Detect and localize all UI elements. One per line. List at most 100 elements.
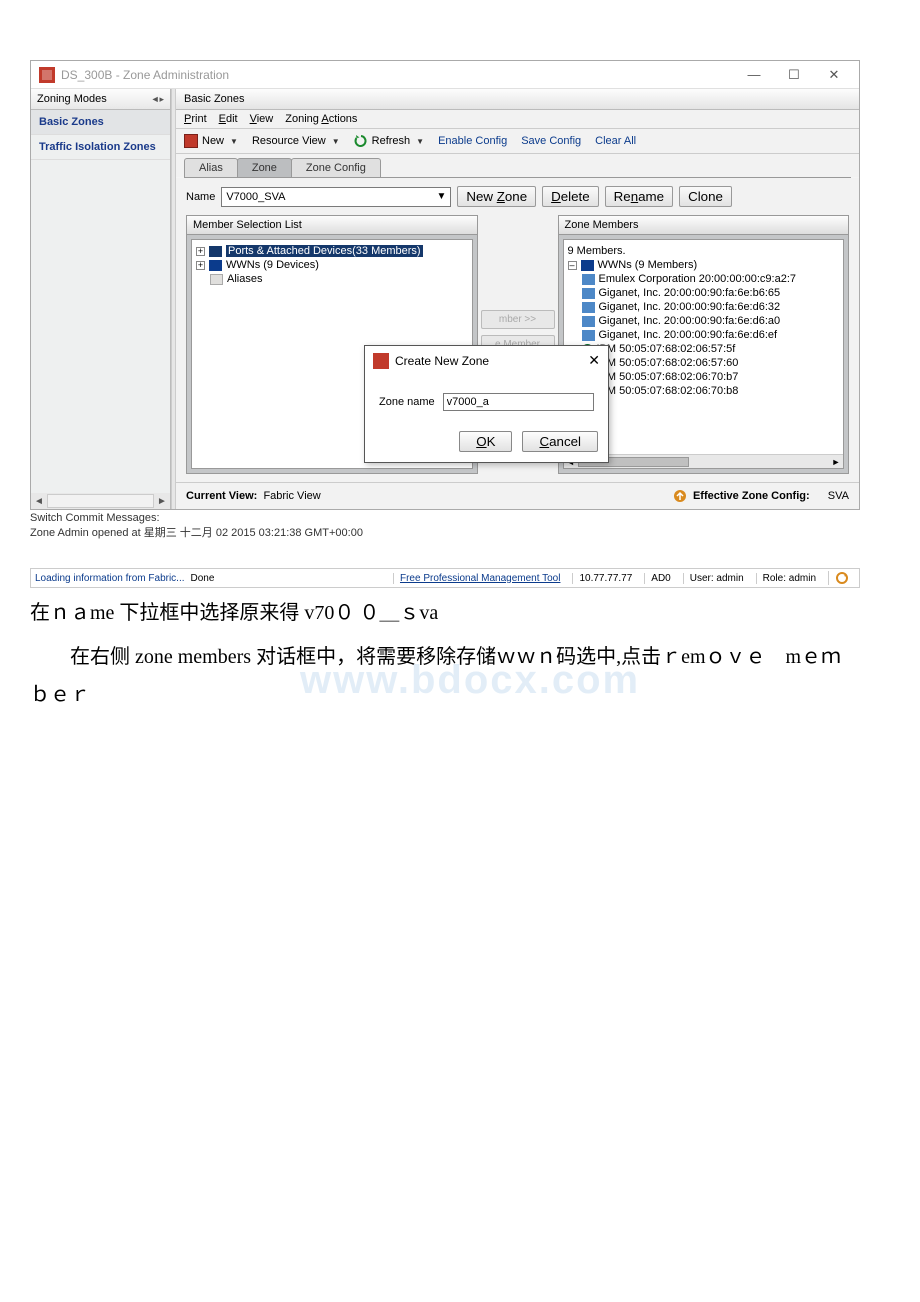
zone-name-input[interactable] (443, 393, 594, 411)
tab-zone[interactable]: Zone (237, 158, 292, 177)
zone-name-select[interactable]: V7000_SVA ▼ (221, 187, 451, 207)
new-zone-button[interactable]: New Zone (457, 186, 536, 207)
member-label: Emulex Corporation 20:00:00:00:c9:a2:7 (599, 273, 797, 285)
panel-title: Basic Zones (176, 89, 859, 110)
zone-name-value: V7000_SVA (226, 191, 285, 203)
new-button[interactable]: New▼ (184, 134, 238, 148)
dialog-icon (373, 353, 389, 369)
chevron-down-icon: ▼ (436, 191, 446, 202)
cancel-button[interactable]: Cancel (522, 431, 598, 452)
name-bar: Name V7000_SVA ▼ New Zone Delete Rename … (176, 178, 859, 215)
member-node[interactable]: Giganet, Inc. 20:00:00:90:fa:6e:d6:32 (582, 300, 840, 314)
member-node[interactable]: IBM 50:05:07:68:02:06:57:5f (582, 342, 840, 356)
status-done: Done (191, 573, 215, 584)
enable-config-button[interactable]: Enable Config (438, 135, 507, 147)
close-button[interactable]: ✕ (817, 64, 851, 86)
name-label: Name (186, 191, 215, 203)
instruction-text-1: 在ｎａme 下拉框中选择原来得 v70０ ０＿ｓva (30, 594, 860, 632)
member-selection-header: Member Selection List (187, 216, 477, 235)
maximize-button[interactable]: ☐ (777, 64, 811, 86)
delete-button[interactable]: Delete (542, 186, 599, 207)
rename-button[interactable]: Rename (605, 186, 673, 207)
member-node[interactable]: Giganet, Inc. 20:00:00:90:fa:6e:d6:a0 (582, 314, 840, 328)
tree-node-wwns[interactable]: +WWNs (9 Devices) (196, 258, 468, 272)
zone-members-header: Zone Members (559, 216, 849, 235)
status-link[interactable]: Free Professional Management Tool (393, 573, 566, 584)
current-view-label: Current View: (186, 490, 257, 502)
host-icon (582, 330, 595, 341)
refresh-icon (354, 134, 368, 148)
tab-zone-config[interactable]: Zone Config (291, 158, 381, 177)
commit-icon (673, 489, 687, 503)
resource-view-button[interactable]: Resource View▼ (252, 135, 340, 147)
sidebar-scrollbar[interactable]: ◄► (31, 493, 170, 509)
footer-bar: Current View: Fabric View Effective Zone… (176, 482, 859, 509)
window-title: DS_300B - Zone Administration (61, 68, 731, 82)
status-role: Role: admin (756, 573, 822, 584)
tree-node-ports[interactable]: +Ports & Attached Devices(33 Members) (196, 244, 468, 258)
alias-icon (210, 274, 223, 285)
member-label: Giganet, Inc. 20:00:00:90:fa:6e:d6:32 (599, 301, 781, 313)
commit-messages-header: Switch Commit Messages: (30, 512, 890, 524)
new-icon (184, 134, 198, 148)
menu-edit[interactable]: Edit (219, 113, 238, 125)
host-icon (582, 288, 595, 299)
member-label: Giganet, Inc. 20:00:00:90:fa:6e:d6:a0 (599, 315, 781, 327)
member-label: Giganet, Inc. 20:00:00:90:fa:6e:b6:65 (599, 287, 781, 299)
member-node[interactable]: Giganet, Inc. 20:00:00:90:fa:6e:b6:65 (582, 286, 840, 300)
host-icon (582, 302, 595, 313)
save-config-button[interactable]: Save Config (521, 135, 581, 147)
host-icon (582, 274, 595, 285)
status-ip: 10.77.77.77 (572, 573, 638, 584)
member-label: Giganet, Inc. 20:00:00:90:fa:6e:d6:ef (599, 329, 778, 341)
member-label: IBM 50:05:07:68:02:06:70:b7 (597, 371, 739, 383)
sidebar-header-label: Zoning Modes (37, 93, 107, 105)
commit-messages: Switch Commit Messages: Zone Admin opene… (30, 512, 890, 540)
member-label: IBM 50:05:07:68:02:06:57:60 (597, 357, 739, 369)
sidebar-item-traffic-isolation[interactable]: Traffic Isolation Zones (31, 135, 170, 160)
menu-view[interactable]: View (250, 113, 274, 125)
menu-print[interactable]: Print (184, 113, 207, 125)
minimize-button[interactable]: — (737, 64, 771, 86)
refresh-button[interactable]: Refresh▼ (354, 134, 424, 148)
status-user: User: admin (683, 573, 750, 584)
status-ad: AD0 (644, 573, 676, 584)
ok-button[interactable]: OK (459, 431, 512, 452)
member-node[interactable]: Giganet, Inc. 20:00:00:90:fa:6e:d6:ef (582, 328, 840, 342)
member-node[interactable]: IBM 50:05:07:68:02:06:57:60 (582, 356, 840, 370)
port-icon (209, 246, 222, 257)
member-node[interactable]: Emulex Corporation 20:00:00:00:c9:a2:7 (582, 272, 840, 286)
clone-button[interactable]: Clone (679, 186, 732, 207)
member-label: IBM 50:05:07:68:02:06:70:b8 (597, 385, 739, 397)
dialog-title: Create New Zone (395, 354, 489, 368)
dialog-close-button[interactable]: ✕ (588, 352, 600, 369)
effective-config-label: Effective Zone Config: (693, 490, 810, 502)
tree-node-wwns-root[interactable]: –WWNs (9 Members) (568, 258, 840, 272)
sidebar-header: Zoning Modes ◄▸ (31, 89, 170, 110)
titlebar: DS_300B - Zone Administration — ☐ ✕ (31, 61, 859, 89)
clear-all-button[interactable]: Clear All (595, 135, 636, 147)
effective-config-value: SVA (828, 490, 849, 502)
sidebar: Zoning Modes ◄▸ Basic Zones Traffic Isol… (31, 89, 171, 509)
status-loading: Loading information from Fabric... (35, 573, 185, 584)
app-icon (39, 67, 55, 83)
status-refresh-icon[interactable] (828, 571, 855, 585)
tree-node-aliases[interactable]: Aliases (210, 272, 468, 286)
sidebar-item-basic-zones[interactable]: Basic Zones (31, 110, 170, 135)
menu-zoning-actions[interactable]: Zoning Actions (285, 113, 357, 125)
wwn-icon (209, 260, 222, 271)
wwn-icon (581, 260, 594, 271)
member-node[interactable]: IBM 50:05:07:68:02:06:70:b7 (582, 370, 840, 384)
collapse-icon[interactable]: ◄▸ (151, 94, 164, 105)
commit-messages-line: Zone Admin opened at 星期三 十二月 02 2015 03:… (30, 524, 890, 540)
current-view-value: Fabric View (263, 490, 320, 502)
members-count: 9 Members. (568, 244, 840, 258)
zone-name-label: Zone name (379, 396, 435, 408)
member-label: IBM 50:05:07:68:02:06:57:5f (597, 343, 736, 355)
add-member-button[interactable]: mber >> (481, 310, 555, 329)
tab-alias[interactable]: Alias (184, 158, 238, 177)
member-node[interactable]: IBM 50:05:07:68:02:06:70:b8 (582, 384, 840, 398)
tab-bar: Alias Zone Zone Config (176, 154, 859, 177)
instruction-text-2: 在右侧 zone members 对话框中，将需要移除存储ｗｗｎ码选中,点击ｒe… (30, 638, 860, 714)
menubar: Print Edit View Zoning Actions (176, 110, 859, 129)
